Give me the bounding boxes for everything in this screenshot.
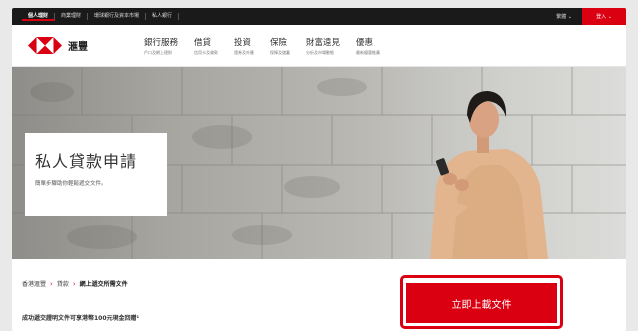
chevron-right-icon: › (50, 279, 53, 288)
nav-item-title: 借貸 (194, 37, 212, 48)
hexagon-logo-icon (28, 37, 62, 54)
login-button[interactable]: 登入 ⌄ (582, 8, 626, 25)
nav-item-investing[interactable]: 投資 證券及外匯 (234, 36, 254, 56)
page-title: 私人貸款申請 (35, 152, 138, 171)
nav-item-subtitle: 保障及儲蓄 (270, 49, 291, 55)
nav-item-borrowing[interactable]: 借貸 信用卡及貸款 (194, 36, 218, 56)
nav-item-title: 優惠 (356, 37, 374, 48)
nav-item-title: 保險 (270, 37, 288, 48)
nav-item-insurance[interactable]: 保險 保障及儲蓄 (270, 36, 290, 56)
browser-viewport: 個人理財 商業理財 環球銀行及資本市場 私人銀行 繁體 ⌄ 登入 ⌄ 滙豐 銀行… (12, 8, 626, 331)
tab-global-banking[interactable]: 環球銀行及資本市場 (88, 13, 147, 20)
breadcrumb-item-loans[interactable]: 貸款 (57, 279, 69, 288)
tab-business-banking[interactable]: 商業理財 (55, 13, 89, 20)
nav-item-title: 銀行服務 (144, 37, 179, 48)
hero-text-card: 私人貸款申請 簡單步驟助你輕鬆遞交文件。 (25, 133, 167, 216)
top-utility-bar: 個人理財 商業理財 環球銀行及資本市場 私人銀行 繁體 ⌄ 登入 ⌄ (12, 8, 626, 25)
nav-item-subtitle: 信用卡及貸款 (194, 49, 219, 55)
nav-item-subtitle: 證券及外匯 (234, 49, 255, 55)
nav-item-title: 投資 (234, 37, 252, 48)
nav-item-title: 財富遠見 (306, 37, 341, 48)
language-selector[interactable]: 繁體 ⌄ (556, 13, 572, 20)
chevron-right-icon: › (72, 279, 76, 288)
nav-item-subtitle: 分析及市場動態 (306, 49, 335, 55)
cashback-promo-text: 成功遞交證明文件可享港幣100元現金回贈¹ (22, 315, 140, 322)
breadcrumb-item-current: 網上遞交所需文件 (79, 281, 128, 288)
nav-item-offers[interactable]: 優惠 最新優惠推廣 (356, 36, 380, 56)
page-subtitle: 簡單步驟助你輕鬆遞交文件。 (35, 181, 107, 187)
breadcrumb-item-home[interactable]: 香港滙豐 (22, 279, 46, 288)
breadcrumb: 香港滙豐 › 貸款 › 網上遞交所需文件 (22, 279, 128, 289)
nav-item-subtitle: 戶口及網上理財 (144, 49, 172, 55)
main-navigation: 滙豐 銀行服務 戶口及網上理財 借貸 信用卡及貸款 投資 證券及外匯 保險 保障… (12, 25, 626, 67)
tab-private-banking[interactable]: 私人銀行 (146, 13, 180, 20)
tab-personal-banking[interactable]: 個人理財 (22, 12, 56, 21)
nav-item-subtitle: 最新優惠推廣 (356, 49, 381, 55)
brand-logo[interactable]: 滙豐 (28, 37, 128, 54)
nav-item-wealth-insights[interactable]: 財富遠見 分析及市場動態 (306, 36, 340, 56)
brand-name: 滙豐 (68, 42, 88, 53)
upload-documents-button[interactable]: 立即上載文件 (406, 283, 557, 323)
hero-banner: 私人貸款申請 簡單步驟助你輕鬆遞交文件。 (12, 67, 626, 259)
nav-item-banking[interactable]: 銀行服務 戶口及網上理財 (144, 36, 178, 56)
